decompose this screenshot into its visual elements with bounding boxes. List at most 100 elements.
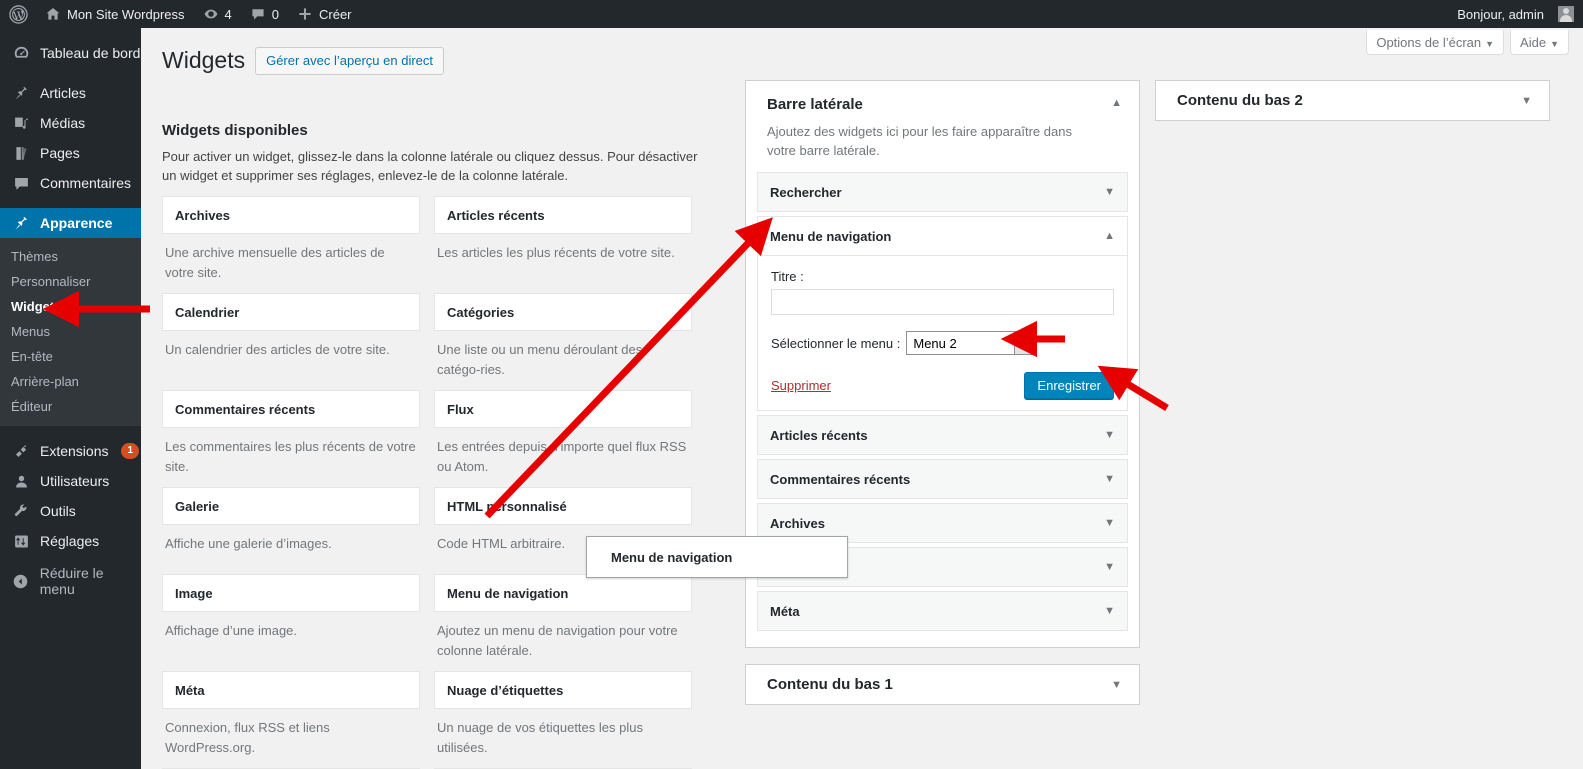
panel-header[interactable]: Contenu du bas 2 ▼ [1167,92,1538,109]
submenu-item-editeur[interactable]: Éditeur [0,394,141,419]
available-widget-title[interactable]: Calendrier [162,293,420,331]
available-widget-description: Les commentaires les plus récents de vot… [165,439,416,474]
sidebar-item-pages[interactable]: Pages [0,138,141,168]
dragging-widget-ghost[interactable]: Menu de navigation [586,536,848,578]
greeting-label: Bonjour, admin [1457,6,1544,22]
available-widget[interactable]: Image Affichage d’une image. [162,574,420,671]
site-name-menu[interactable]: Mon Site Wordpress [36,0,194,28]
sidebar-panel-contenu-du-bas-1[interactable]: Contenu du bas 1 ▼ [745,664,1140,705]
sidebar-widget-meta[interactable]: Méta ▼ [757,591,1128,631]
collapse-menu-label: Réduire le menu [39,565,104,597]
wordpress-logo-button[interactable] [0,0,36,28]
new-content-menu[interactable]: Créer [288,0,361,28]
dashboard-icon [11,45,31,62]
available-widget-title[interactable]: Menu de navigation [434,574,692,612]
available-widget-title[interactable]: Image [162,574,420,612]
panel-title: Contenu du bas 2 [1177,92,1303,109]
sidebar-widget-header[interactable]: Rechercher ▼ [758,173,1127,211]
menu-select-dropdown[interactable]: Menu 2 [906,331,1034,355]
available-widget-title[interactable]: HTML personnalisé [434,487,692,525]
available-widget-title[interactable]: Catégories [434,293,692,331]
submenu-item-widgets[interactable]: Widgets [0,294,141,319]
sidebar-item-extensions[interactable]: Extensions 1 [0,436,141,466]
save-button[interactable]: Enregistrer [1024,372,1114,399]
comments-menu[interactable]: 0 [241,0,288,28]
sidebar-panel-contenu-du-bas-2[interactable]: Contenu du bas 2 ▼ [1155,80,1550,121]
available-widget[interactable]: Nuage d’étiquettes Un nuage de vos étiqu… [434,671,692,768]
chevron-down-icon[interactable]: ▼ [1104,473,1115,485]
available-widget-title[interactable]: Nuage d’étiquettes [434,671,692,709]
chevron-down-icon[interactable]: ▼ [1104,605,1115,617]
sidebar-widget-title: Commentaires récents [770,471,911,487]
sidebar-widget-header[interactable]: Menu de navigation ▲ [758,217,1127,255]
sidebar-widget-commentaires-recents[interactable]: Commentaires récents ▼ [757,459,1128,499]
submenu-item-entete[interactable]: En-tête [0,344,141,369]
available-widget-title[interactable]: Méta [162,671,420,709]
chevron-down-icon[interactable]: ▼ [1104,517,1115,529]
available-widget[interactable]: Menu de navigation Ajoutez un menu de na… [434,574,692,671]
updates-count: 4 [224,6,232,22]
sidebar-item-apparence[interactable]: Apparence [0,208,149,238]
collapse-menu-button[interactable]: Réduire le menu [0,565,141,597]
sidebar-widget-articles-recents[interactable]: Articles récents ▼ [757,415,1128,455]
sidebar-item-reglages[interactable]: Réglages [0,526,141,556]
screen-options-button[interactable]: Options de l’écran ▼ [1366,30,1505,55]
sidebar-item-label: Articles [40,85,86,101]
sidebar-widget-title: Archives [770,515,825,531]
available-widget[interactable]: Catégories Une liste ou un menu déroulan… [434,293,692,390]
available-widget[interactable]: Flux Les entrées depuis n’importe quel f… [434,390,692,487]
chevron-down-icon[interactable]: ▼ [1521,95,1532,107]
submenu-item-themes[interactable]: Thèmes [0,244,141,269]
submenu-item-label: Menus [11,324,51,339]
admin-sidebar-menu: Tableau de bord Articles Médias Pages Co… [0,28,149,769]
available-widget-title[interactable]: Galerie [162,487,420,525]
available-widget-description: Les articles les plus récents de votre s… [437,245,675,260]
appearance-submenu: Thèmes Personnaliser Widgets Menus En-tê… [0,238,141,426]
submenu-item-menus[interactable]: Menus [0,319,141,344]
sidebar-item-outils[interactable]: Outils [0,496,141,526]
help-button[interactable]: Aide ▼ [1510,30,1569,55]
live-preview-button[interactable]: Gérer avec l’aperçu en direct [255,46,445,75]
chevron-down-icon[interactable]: ▼ [1104,186,1115,198]
sidebar-item-utilisateurs[interactable]: Utilisateurs [0,466,141,496]
sidebar-widget-header[interactable]: Commentaires récents ▼ [758,460,1127,498]
sidebar-widget-header[interactable]: Articles récents ▼ [758,416,1127,454]
tools-wrench-icon [11,503,31,520]
available-widget-title[interactable]: Commentaires récents [162,390,420,428]
available-widget-description: Affiche une galerie d’images. [165,536,332,551]
sidebar-item-comments[interactable]: Commentaires [0,168,141,198]
available-widget[interactable]: Calendrier Un calendrier des articles de… [162,293,420,390]
sidebar-item-medias[interactable]: Médias [0,108,141,138]
title-input[interactable] [771,289,1114,315]
nav-menu-widget-form: Titre : Sélectionner le menu : Menu 2 Su… [758,255,1127,410]
chevron-down-icon[interactable]: ▼ [1111,679,1122,691]
updates-menu[interactable]: 4 [194,0,241,28]
chevron-up-icon[interactable]: ▲ [1111,97,1122,109]
chevron-down-icon[interactable] [1014,332,1033,354]
available-widget[interactable]: Articles récents Les articles les plus r… [434,196,692,293]
available-widget-title[interactable]: Archives [162,196,420,234]
available-widget[interactable]: Galerie Affiche une galerie d’images. [162,487,420,574]
chevron-down-icon[interactable]: ▼ [1104,429,1115,441]
chevron-up-icon[interactable]: ▲ [1104,230,1115,242]
sidebar-widget-rechercher[interactable]: Rechercher ▼ [757,172,1128,212]
available-widget[interactable]: Archives Une archive mensuelle des artic… [162,196,420,293]
available-widget[interactable]: Méta Connexion, flux RSS et liens WordPr… [162,671,420,768]
chevron-down-icon[interactable]: ▼ [1104,561,1115,573]
submenu-item-arriere-plan[interactable]: Arrière-plan [0,369,141,394]
sidebar-item-dashboard[interactable]: Tableau de bord [0,38,141,68]
panel-header[interactable]: Contenu du bas 1 ▼ [757,676,1128,693]
available-widget[interactable]: Commentaires récents Les commentaires le… [162,390,420,487]
sidebar-widget-header[interactable]: Méta ▼ [758,592,1127,630]
available-widget-description: Un calendrier des articles de votre site… [165,342,390,357]
submenu-item-personnaliser[interactable]: Personnaliser [0,269,141,294]
delete-widget-link[interactable]: Supprimer [771,378,831,393]
available-widget-title[interactable]: Flux [434,390,692,428]
sidebar-widget-menu-de-navigation[interactable]: Menu de navigation ▲ Titre : Sélectionne… [757,216,1128,411]
available-widget-title[interactable]: Articles récents [434,196,692,234]
sidebar-panel-header[interactable]: Barre latérale ▲ Ajoutez des widgets ici… [757,93,1128,172]
dragging-widget-label: Menu de navigation [611,549,733,565]
my-account-menu[interactable]: Bonjour, admin [1448,0,1583,28]
sidebar-item-articles[interactable]: Articles [0,78,141,108]
available-widget-description: Une archive mensuelle des articles de vo… [165,245,385,280]
